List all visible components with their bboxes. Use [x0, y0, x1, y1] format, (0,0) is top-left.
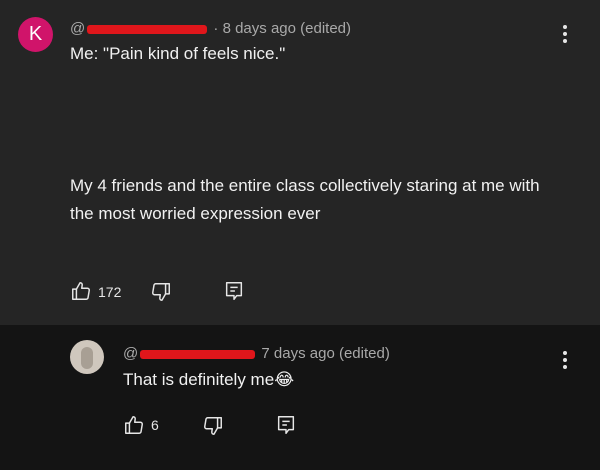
redacted-username — [87, 24, 208, 34]
thumbs-down-icon[interactable] — [202, 415, 224, 437]
reply-icon[interactable] — [275, 414, 297, 436]
more-options-icon[interactable] — [555, 348, 575, 372]
avatar[interactable] — [70, 340, 104, 374]
comment-line: Me: "Pain kind of feels nice." — [70, 44, 286, 63]
thumbs-up-icon[interactable] — [123, 414, 145, 436]
timestamp: 7 days ago (edited) — [261, 345, 390, 362]
reply-icon[interactable] — [223, 280, 245, 302]
laughing-emoji-icon: 😂 — [274, 370, 295, 389]
thumbs-up-icon[interactable] — [70, 280, 92, 302]
timestamp: 8 days ago (edited) — [222, 20, 351, 37]
handle-prefix[interactable]: @ — [70, 20, 85, 37]
thumbs-down-icon[interactable] — [150, 281, 172, 303]
handle-prefix[interactable]: @ — [123, 345, 138, 362]
more-options-icon[interactable] — [555, 22, 575, 46]
avatar[interactable]: K — [18, 17, 53, 52]
like-count: 6 — [151, 417, 159, 433]
reply-text: That is definitely me😂 — [123, 366, 294, 394]
comment-main: K @ · 8 days ago (edited) Me: "Pain kind… — [0, 0, 600, 325]
comment-body: My 4 friends and the entire class collec… — [70, 176, 540, 223]
like-count: 172 — [98, 284, 122, 300]
redacted-username — [140, 349, 256, 359]
comment-meta: @ · 8 days ago (edited) — [70, 20, 351, 37]
reply-meta: @ 7 days ago (edited) — [123, 345, 390, 362]
reply-body: That is definitely me — [123, 370, 275, 389]
